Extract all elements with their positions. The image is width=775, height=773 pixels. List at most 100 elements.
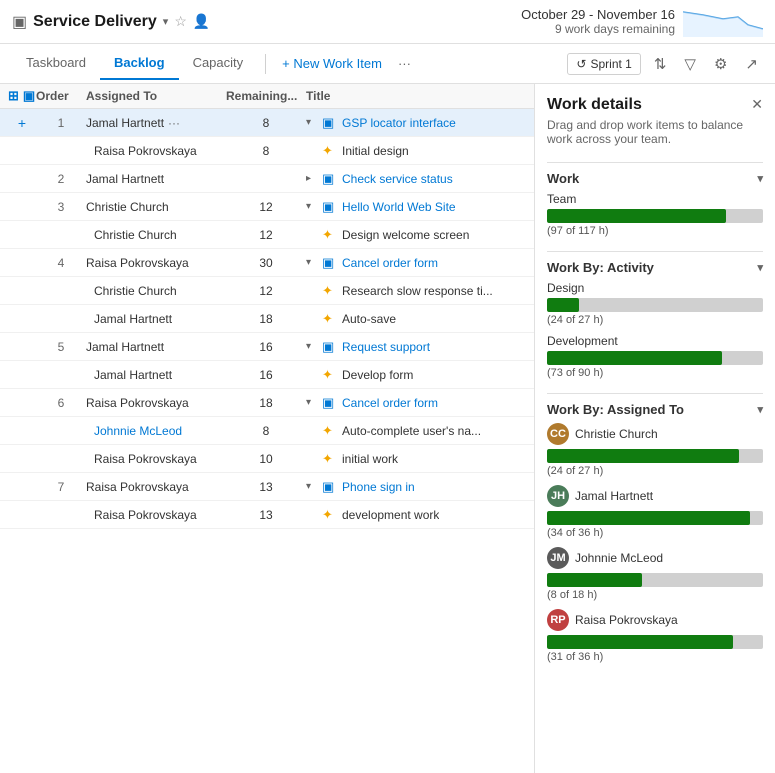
filter-icon[interactable]: ▽ bbox=[679, 51, 701, 77]
sprint-selector[interactable]: ↺ Sprint 1 bbox=[567, 53, 640, 75]
title-cell: ✦ Design welcome screen bbox=[306, 227, 526, 243]
work-item-icon-task: ✦ bbox=[322, 367, 338, 383]
close-panel-button[interactable]: ✕ bbox=[751, 96, 763, 113]
remaining-cell: 13 bbox=[226, 508, 306, 522]
table-row[interactable]: Raisa Pokrovskaya 8 ✦ Initial design bbox=[0, 137, 534, 165]
work-item-title[interactable]: Initial design bbox=[342, 144, 409, 158]
person-name-christie: Christie Church bbox=[575, 427, 658, 441]
new-work-item-button[interactable]: + New Work Item bbox=[274, 52, 390, 75]
dev-bar-label: Development bbox=[547, 334, 763, 348]
dev-bar-sub: (73 of 90 h) bbox=[547, 367, 763, 379]
title-cell: ✦ Auto-save bbox=[306, 311, 526, 327]
work-item-title[interactable]: GSP locator interface bbox=[342, 116, 456, 130]
row-order: 1 bbox=[36, 116, 86, 130]
row-order: 4 bbox=[36, 256, 86, 270]
project-caret-icon[interactable]: ▾ bbox=[163, 15, 169, 28]
work-item-title[interactable]: Phone sign in bbox=[342, 480, 415, 494]
work-item-title[interactable]: Develop form bbox=[342, 368, 413, 382]
assigned-name: Jamal Hartnett bbox=[86, 368, 226, 382]
table-row[interactable]: Christie Church 12 ✦ Design welcome scre… bbox=[0, 221, 534, 249]
table-row[interactable]: Jamal Hartnett 16 ✦ Develop form bbox=[0, 361, 534, 389]
table-row[interactable]: Christie Church 12 ✦ Research slow respo… bbox=[0, 277, 534, 305]
expand-icon[interactable]: ▸ bbox=[306, 173, 316, 184]
remaining-cell: 30 bbox=[226, 256, 306, 270]
bar-jamal-fill bbox=[547, 511, 750, 525]
header-left: ▣ Service Delivery ▾ ☆ 👤 bbox=[12, 12, 210, 32]
work-item-icon-story: ▣ bbox=[322, 395, 338, 411]
work-item-title[interactable]: Hello World Web Site bbox=[342, 200, 456, 214]
design-bar-label: Design bbox=[547, 281, 763, 295]
more-options-button[interactable]: ··· bbox=[390, 52, 419, 75]
favorite-icon[interactable]: ☆ bbox=[174, 13, 187, 30]
row-order: 2 bbox=[36, 172, 86, 186]
row-more-icon[interactable]: ··· bbox=[168, 116, 180, 130]
assigned-name: Christie Church bbox=[86, 228, 226, 242]
work-by-assigned-header[interactable]: Work By: Assigned To ▾ bbox=[547, 394, 763, 423]
avatar-christie: CC bbox=[547, 423, 569, 445]
work-item-title[interactable]: Cancel order form bbox=[342, 256, 438, 270]
table-row[interactable]: 2 Jamal Hartnett ▸ ▣ Check service statu… bbox=[0, 165, 534, 193]
table-row[interactable]: 5 Jamal Hartnett 16 ▾ ▣ Request support bbox=[0, 333, 534, 361]
header: ▣ Service Delivery ▾ ☆ 👤 October 29 - No… bbox=[0, 0, 775, 44]
work-days-remaining: 9 work days remaining bbox=[521, 22, 675, 36]
table-row[interactable]: Johnnie McLeod 8 ✦ Auto-complete user's … bbox=[0, 417, 534, 445]
tab-backlog[interactable]: Backlog bbox=[100, 47, 179, 80]
table-row[interactable]: Raisa Pokrovskaya 10 ✦ initial work bbox=[0, 445, 534, 473]
team-icon[interactable]: 👤 bbox=[193, 13, 210, 30]
work-item-title[interactable]: Design welcome screen bbox=[342, 228, 469, 242]
work-item-icon-story: ▣ bbox=[322, 115, 338, 131]
title-cell: ✦ Develop form bbox=[306, 367, 526, 383]
title-cell: ▾ ▣ GSP locator interface bbox=[306, 115, 526, 131]
work-item-icon-story: ▣ bbox=[322, 479, 338, 495]
work-item-icon-task: ✦ bbox=[322, 507, 338, 523]
section-arrow-icon: ▾ bbox=[757, 261, 763, 274]
project-icon: ▣ bbox=[12, 12, 27, 32]
assigned-name[interactable]: Johnnie McLeod bbox=[86, 424, 226, 438]
work-item-title[interactable]: Research slow response ti... bbox=[342, 284, 493, 298]
add-row-button[interactable]: + bbox=[8, 115, 36, 131]
work-item-title[interactable]: Cancel order form bbox=[342, 396, 438, 410]
expand-icon[interactable]: ▾ bbox=[306, 201, 316, 212]
bar-raisa-sub: (31 of 36 h) bbox=[547, 651, 763, 663]
table-row[interactable]: 4 Raisa Pokrovskaya 30 ▾ ▣ Cancel order … bbox=[0, 249, 534, 277]
assigned-cell: Jamal Hartnett ··· bbox=[86, 116, 226, 130]
remaining-cell: 16 bbox=[226, 340, 306, 354]
table-row[interactable]: + 1 Jamal Hartnett ··· 8 ▾ ▣ GSP locator… bbox=[0, 109, 534, 137]
add-col-icon[interactable]: ⊞ bbox=[8, 88, 19, 104]
table-row[interactable]: 7 Raisa Pokrovskaya 13 ▾ ▣ Phone sign in bbox=[0, 473, 534, 501]
avatar-raisa: RP bbox=[547, 609, 569, 631]
header-right: October 29 - November 16 9 work days rem… bbox=[521, 7, 763, 37]
tab-taskboard[interactable]: Taskboard bbox=[12, 47, 100, 80]
assigned-name: Jamal Hartnett bbox=[86, 172, 226, 186]
expand-icon[interactable]: ▾ bbox=[306, 397, 316, 408]
expand-icon[interactable]: ▾ bbox=[306, 257, 316, 268]
work-by-activity-header[interactable]: Work By: Activity ▾ bbox=[547, 252, 763, 281]
table-row[interactable]: 3 Christie Church 12 ▾ ▣ Hello World Web… bbox=[0, 193, 534, 221]
expand-icon[interactable]: ▾ bbox=[306, 341, 316, 352]
work-item-title[interactable]: Check service status bbox=[342, 172, 453, 186]
settings-icon[interactable]: ⚙ bbox=[709, 51, 732, 77]
work-item-title[interactable]: Auto-save bbox=[342, 312, 396, 326]
bar-team-sub: (97 of 117 h) bbox=[547, 225, 763, 237]
work-section-header[interactable]: Work ▾ bbox=[547, 163, 763, 192]
work-item-title[interactable]: development work bbox=[342, 508, 439, 522]
row-order: 6 bbox=[36, 396, 86, 410]
date-range: October 29 - November 16 9 work days rem… bbox=[521, 7, 675, 36]
remaining-cell: 12 bbox=[226, 284, 306, 298]
design-bar-sub: (24 of 27 h) bbox=[547, 314, 763, 326]
table-row[interactable]: Jamal Hartnett 18 ✦ Auto-save bbox=[0, 305, 534, 333]
tab-capacity[interactable]: Capacity bbox=[179, 47, 258, 80]
col-view-icon[interactable]: ▣ bbox=[23, 88, 35, 104]
work-item-title[interactable]: Auto-complete user's na... bbox=[342, 424, 481, 438]
fullscreen-icon[interactable]: ↗ bbox=[740, 51, 763, 77]
filter-options-icon[interactable]: ⇅ bbox=[649, 51, 672, 77]
expand-icon[interactable]: ▾ bbox=[306, 117, 316, 128]
table-row[interactable]: Raisa Pokrovskaya 13 ✦ development work bbox=[0, 501, 534, 529]
work-item-title[interactable]: Request support bbox=[342, 340, 430, 354]
expand-icon[interactable]: ▾ bbox=[306, 481, 316, 492]
assigned-name: Christie Church bbox=[86, 200, 226, 214]
title-cell: ▾ ▣ Request support bbox=[306, 339, 526, 355]
work-item-title[interactable]: initial work bbox=[342, 452, 398, 466]
table-row[interactable]: 6 Raisa Pokrovskaya 18 ▾ ▣ Cancel order … bbox=[0, 389, 534, 417]
header-icons: ⊞ ▣ bbox=[8, 88, 36, 104]
